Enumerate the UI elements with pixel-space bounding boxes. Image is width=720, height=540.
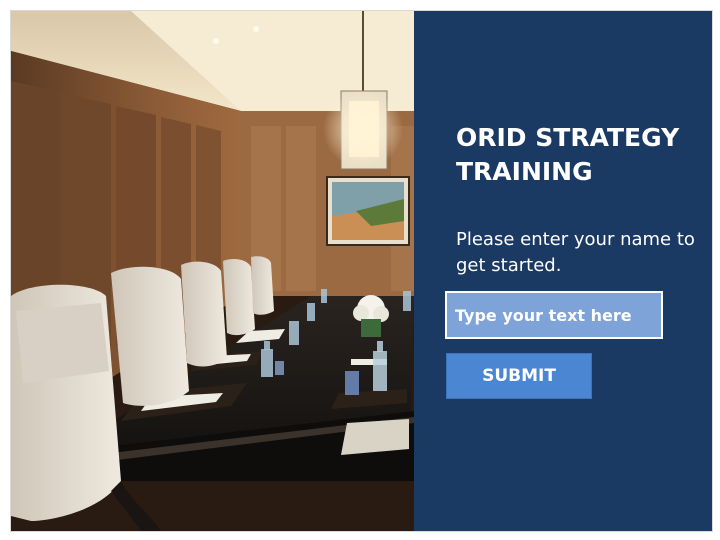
slide-title: ORID STRATEGY TRAINING [456,123,680,186]
name-prompt: Please enter your name to get started. [456,229,695,276]
conference-room-photo [11,11,414,531]
start-panel: ORID STRATEGY TRAINING Please enter your… [414,11,712,531]
submit-button[interactable]: SUBMIT [446,353,592,399]
conference-room-illustration [11,11,414,531]
name-input[interactable] [445,291,663,339]
slide: ORID STRATEGY TRAINING Please enter your… [10,10,713,532]
